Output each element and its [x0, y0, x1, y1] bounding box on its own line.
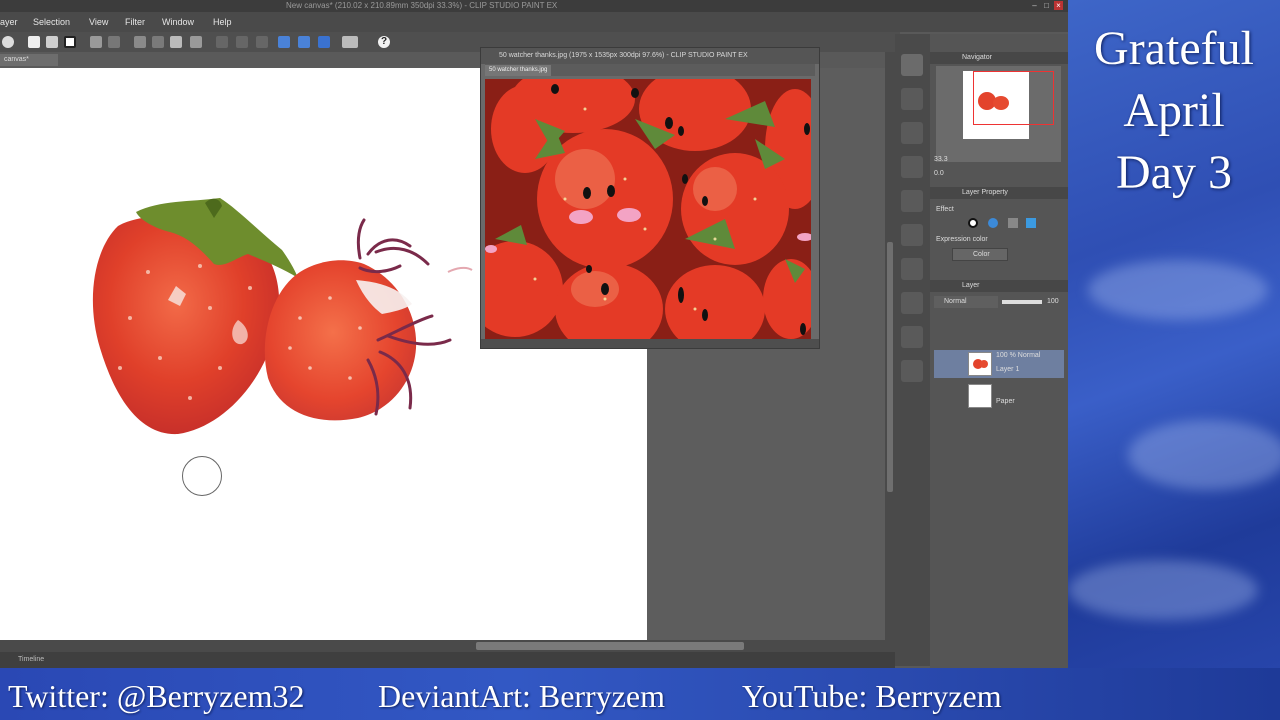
- save-icon[interactable]: [64, 36, 76, 48]
- ruler-icon[interactable]: [278, 36, 290, 48]
- undo-icon[interactable]: [90, 36, 102, 48]
- banner-line-3: Day 3: [1116, 146, 1232, 199]
- crop-icon[interactable]: [190, 36, 202, 48]
- strawberries-photo: [485, 79, 811, 339]
- help-icon[interactable]: ?: [378, 36, 390, 48]
- airbrush-tool-icon[interactable]: [901, 224, 923, 246]
- opacity-value[interactable]: 100: [1047, 298, 1059, 305]
- title-banner: Grateful April Day 3: [1068, 0, 1280, 668]
- reference-tab[interactable]: 50 watcher thanks.jpg: [485, 65, 552, 76]
- selection-tool-icon[interactable]: [901, 122, 923, 144]
- display-mode-icon[interactable]: [342, 36, 358, 48]
- youtube-handle: YouTube: Berryzem: [742, 678, 1002, 714]
- layer1-thumbnail: [968, 352, 992, 376]
- horizontal-scrollbar[interactable]: [0, 640, 890, 652]
- menu-help[interactable]: Help: [213, 17, 232, 27]
- layer-row-paper[interactable]: Paper: [934, 382, 1064, 410]
- reference-window-title: 50 watcher thanks.jpg (1975 x 1535px 300…: [499, 52, 748, 59]
- paper-name: Paper: [996, 398, 1015, 405]
- canvas-tab-bar: canvas*: [0, 52, 480, 68]
- reference-image-window[interactable]: 50 watcher thanks.jpg (1975 x 1535px 300…: [480, 47, 820, 349]
- navigator-preview[interactable]: [936, 66, 1061, 162]
- eye-icon[interactable]: [2, 36, 14, 48]
- cloud-shape: [1068, 560, 1258, 620]
- expression-color-dropdown[interactable]: Color: [952, 248, 1008, 261]
- banner-text: Grateful April Day 3: [1068, 18, 1280, 204]
- snap-special-icon[interactable]: [318, 36, 330, 48]
- layer-title[interactable]: Layer: [962, 280, 980, 292]
- cloud-shape: [1128, 420, 1280, 490]
- menu-window[interactable]: Window: [162, 17, 194, 27]
- tone-effect-icon[interactable]: [1008, 218, 1018, 228]
- reference-footer: [481, 339, 819, 348]
- layer1-name: Layer 1: [996, 366, 1020, 373]
- reference-title-bar: 50 watcher thanks.jpg (1975 x 1535px 300…: [481, 48, 819, 64]
- banner-line-1: Grateful: [1094, 22, 1254, 75]
- scroll-thumb[interactable]: [887, 242, 893, 492]
- navigator-header: Navigator: [930, 52, 1068, 64]
- close-icon[interactable]: ×: [1054, 1, 1063, 10]
- pen-tool-icon[interactable]: [901, 190, 923, 212]
- menu-selection[interactable]: Selection: [33, 17, 70, 27]
- layer-color-icon[interactable]: [1026, 218, 1036, 228]
- social-footer: Twitter: @Berryzem32 DeviantArt: Berryze…: [0, 668, 1280, 720]
- window-title: New canvas* (210.02 x 210.89mm 350dpi 33…: [286, 1, 558, 10]
- twitter-handle: Twitter: @Berryzem32: [8, 678, 305, 714]
- new-file-icon[interactable]: [28, 36, 40, 48]
- menu-layer[interactable]: ayer: [0, 17, 18, 27]
- navigator-zoom[interactable]: 33.3: [934, 156, 948, 163]
- blend-mode-dropdown[interactable]: Normal: [934, 296, 998, 308]
- border-effect-icon[interactable]: [968, 218, 978, 228]
- fill-tool-icon[interactable]: [901, 258, 923, 280]
- transform-icon[interactable]: [134, 36, 146, 48]
- title-bar: New canvas* (210.02 x 210.89mm 350dpi 33…: [0, 0, 1068, 12]
- open-file-icon[interactable]: [46, 36, 58, 48]
- color-effect-icon[interactable]: [988, 218, 998, 228]
- brush-cursor-icon: [182, 456, 222, 496]
- navigator-view-frame[interactable]: [973, 71, 1054, 125]
- texture-tool-icon[interactable]: [901, 156, 923, 178]
- blend-mode-value: Normal: [944, 298, 967, 305]
- reference-tab-bar: 50 watcher thanks.jpg: [485, 64, 815, 76]
- paper-thumbnail: [968, 384, 992, 408]
- timeline-bar: Timeline: [0, 652, 895, 668]
- layer-property-header: Layer Property: [930, 187, 1068, 199]
- banner-line-2: April: [1123, 84, 1225, 137]
- scale-icon[interactable]: [152, 36, 164, 48]
- vertical-scrollbar[interactable]: [885, 52, 895, 652]
- redo-icon[interactable]: [108, 36, 120, 48]
- color-dropdown-value: Color: [973, 251, 990, 258]
- clear-outside-icon[interactable]: [236, 36, 248, 48]
- layer-row-layer1[interactable]: 100 % Normal Layer 1: [934, 350, 1064, 378]
- deviantart-handle: DeviantArt: Berryzem: [378, 678, 665, 714]
- maximize-icon[interactable]: □: [1042, 1, 1051, 10]
- layer1-mode: 100 % Normal: [996, 352, 1041, 359]
- menu-view[interactable]: View: [89, 17, 108, 27]
- figure-tool-icon[interactable]: [901, 360, 923, 382]
- menu-filter[interactable]: Filter: [125, 17, 145, 27]
- eraser-tool-icon[interactable]: [901, 292, 923, 314]
- fill-selection-icon[interactable]: [256, 36, 268, 48]
- effect-label: Effect: [936, 206, 954, 213]
- layer-header: Layer: [930, 280, 1068, 292]
- navigator-rotate[interactable]: 0.0: [934, 170, 944, 177]
- snap-ruler-icon[interactable]: [298, 36, 310, 48]
- navigator-title[interactable]: Navigator: [962, 52, 992, 64]
- opacity-slider[interactable]: [1002, 300, 1042, 304]
- menu-bar: ayer Selection View Filter Window Help: [0, 12, 1068, 32]
- fill-icon[interactable]: [170, 36, 182, 48]
- expression-color-label: Expression color: [936, 236, 988, 243]
- clear-icon[interactable]: [216, 36, 228, 48]
- tool-palette: [895, 34, 930, 666]
- minimize-icon[interactable]: –: [1030, 1, 1039, 10]
- layer-move-tool-icon[interactable]: [901, 88, 923, 110]
- blend-tool-icon[interactable]: [901, 326, 923, 348]
- cloud-shape: [1088, 260, 1268, 320]
- layer-property-title[interactable]: Layer Property: [962, 187, 1008, 199]
- scroll-thumb[interactable]: [476, 642, 744, 650]
- canvas-tab[interactable]: canvas*: [0, 54, 58, 66]
- timeline-label[interactable]: Timeline: [18, 652, 44, 668]
- right-panel: Navigator 33.3 0.0 Layer Property Effect…: [930, 34, 1068, 668]
- cross-tool-icon[interactable]: [901, 54, 923, 76]
